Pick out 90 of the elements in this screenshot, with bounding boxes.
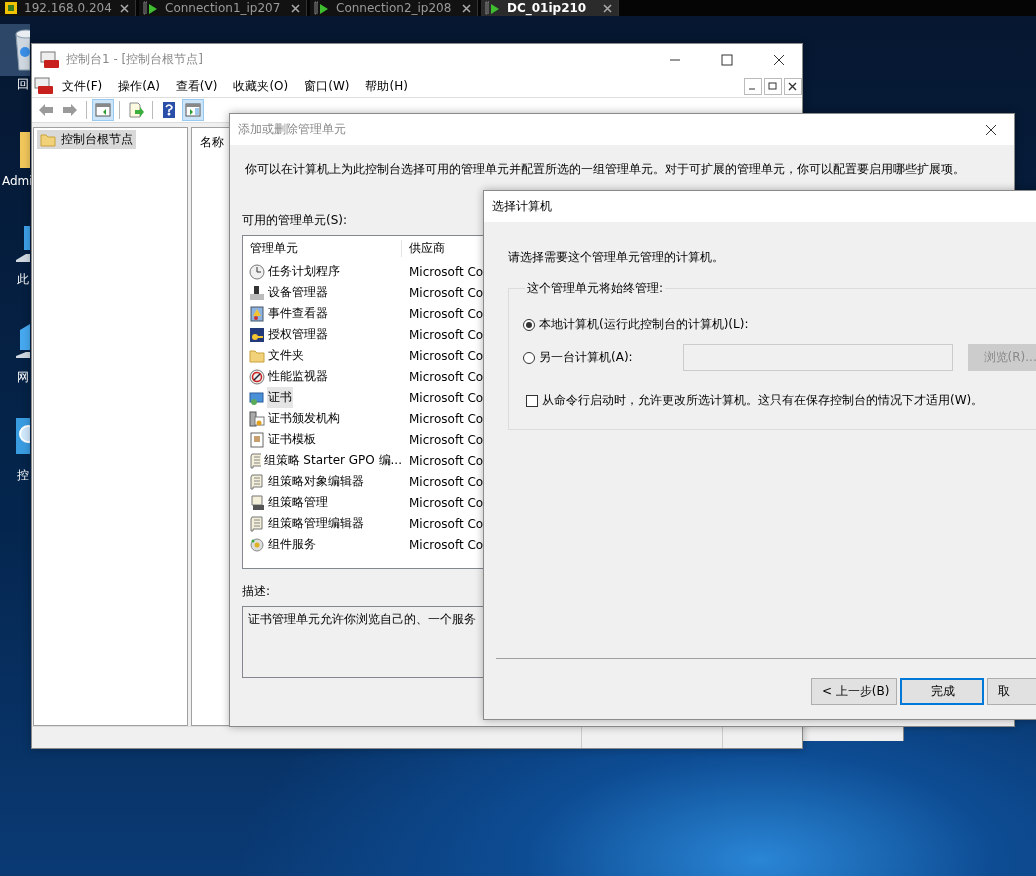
vendor-text: Microsoft Co — [408, 306, 484, 321]
minimize-icon[interactable] — [744, 77, 762, 95]
description-label: 描述: — [242, 583, 272, 600]
terminal-icon — [485, 1, 501, 15]
snapin-name[interactable]: 组策略对象编辑器 — [267, 471, 365, 492]
desktop-icon-label: 此 — [17, 271, 29, 288]
menu-item[interactable]: 收藏夹(O) — [225, 77, 297, 95]
scroll-icon — [249, 515, 265, 532]
dialog-button[interactable]: < 上一步(B) — [811, 678, 897, 705]
description-text: 证书管理单元允许你浏览自己的、一个服务 — [248, 612, 476, 626]
vendor-text: Microsoft Co — [408, 327, 484, 342]
desktop-icon-label: 回 — [17, 76, 29, 93]
scroll-icon — [249, 473, 265, 490]
snapin-name[interactable]: 授权管理器 — [267, 324, 329, 345]
radio-button[interactable] — [523, 351, 535, 364]
menu-item[interactable]: 查看(V) — [167, 77, 226, 95]
snapin-name[interactable]: 组策略 Starter GPO 编... — [262, 450, 403, 471]
group-label: 这个管理单元将始终管理: — [526, 280, 665, 297]
desktop-icon-label: 控 — [17, 467, 29, 484]
intro-text: 你可以在计算机上为此控制台选择可用的管理单元并配置所选的一组管理单元。对于可扩展的管理单元，你可以配置要启用哪些扩展项。 — [244, 161, 966, 178]
snapin-name[interactable]: 文件夹 — [267, 345, 305, 366]
scroll-icon — [249, 452, 261, 469]
vendor-text: Microsoft Co — [408, 495, 484, 510]
vendor-text: Microsoft Co — [408, 390, 484, 405]
desktop-icon-label: Admi — [2, 174, 33, 188]
template-icon — [249, 431, 265, 448]
snapin-name[interactable]: 任务计划程序 — [267, 261, 341, 282]
vendor-text: Microsoft Co — [408, 285, 484, 300]
dialog-button[interactable]: 完成 — [900, 678, 984, 705]
certificate-icon — [249, 389, 265, 406]
snapin-name[interactable]: 组件服务 — [267, 534, 317, 555]
snapin-name[interactable]: 证书 — [267, 387, 293, 408]
dialog-title: 选择计算机 — [492, 198, 553, 215]
terminal-icon — [314, 1, 330, 15]
prompt-text: 请选择需要这个管理单元管理的计算机。 — [508, 249, 725, 266]
scroll-icon — [249, 494, 265, 511]
snapin-name[interactable]: 组策略管理编辑器 — [267, 513, 365, 534]
snapin-name[interactable]: 性能监视器 — [267, 366, 329, 387]
session-tab[interactable]: DC_01ip210 — [481, 0, 619, 16]
gear-icon — [249, 536, 265, 553]
radio-label[interactable]: 本地计算机(运行此控制台的计算机)(L): — [539, 316, 749, 333]
vendor-text: Microsoft Co — [408, 348, 484, 363]
terminal-icon — [143, 1, 159, 15]
device-icon — [249, 284, 265, 301]
close-icon[interactable] — [784, 77, 802, 95]
column-header[interactable]: 名称 — [199, 135, 224, 149]
close-icon[interactable] — [291, 3, 300, 13]
checkbox-label[interactable]: 从命令行启动时，允许更改所选计算机。这只有在保存控制台的情况下才适用(W)。 — [542, 392, 984, 409]
vendor-text: Microsoft Co — [408, 516, 484, 531]
vendor-text: Microsoft Co — [408, 264, 484, 279]
snapin-name[interactable]: 设备管理器 — [267, 282, 329, 303]
radio-label[interactable]: 另一台计算机(A): — [539, 349, 633, 366]
clock-icon — [249, 263, 265, 280]
menu-item[interactable]: 操作(A) — [110, 77, 168, 95]
vendor-text: Microsoft Co — [408, 369, 484, 384]
radio-button[interactable] — [523, 318, 535, 331]
dialog-title: 添加或删除管理单元 — [238, 121, 347, 138]
menu-item[interactable]: 帮助(H) — [357, 77, 416, 95]
tree-item[interactable]: 控制台根节点 — [37, 130, 136, 149]
checkbox[interactable] — [526, 394, 538, 407]
gauge-icon — [249, 368, 265, 385]
list-label: 可用的管理单元(S): — [242, 212, 349, 229]
snapin-name[interactable]: 事件查看器 — [267, 303, 329, 324]
menu-item[interactable]: 窗口(W) — [296, 77, 358, 95]
desktop-icon-label: 网 — [17, 369, 29, 386]
close-icon[interactable] — [603, 3, 612, 13]
snapin-name[interactable]: 证书颁发机构 — [267, 408, 341, 429]
dialog-button[interactable]: 取 — [987, 678, 1036, 705]
snapin-name[interactable]: 组策略管理 — [267, 492, 329, 513]
vendor-text: Microsoft Co — [408, 453, 484, 468]
snapin-name[interactable]: 证书模板 — [267, 429, 317, 450]
vendor-text: Microsoft Co — [408, 411, 484, 426]
menu-item[interactable]: 文件(F) — [54, 77, 111, 95]
column-header[interactable]: 管理单元 — [243, 240, 402, 257]
console-icon — [34, 77, 54, 95]
console-icon — [40, 50, 60, 69]
recycle-bin-icon[interactable] — [0, 24, 30, 76]
key-icon — [249, 326, 265, 343]
close-icon[interactable] — [120, 3, 129, 13]
close-icon[interactable] — [462, 3, 471, 13]
window-title: 控制台1 - [控制台根节点] — [66, 51, 204, 68]
session-tab[interactable]: 192.168.0.204 — [0, 0, 136, 16]
app-icon — [4, 1, 18, 15]
vendor-text: Microsoft Co — [408, 537, 484, 552]
session-tab[interactable]: Connection2_ip208 — [310, 0, 478, 16]
certificate-server-icon — [249, 410, 265, 427]
session-tab[interactable]: Connection1_ip207 — [139, 0, 307, 16]
event-log-icon — [249, 305, 265, 322]
vendor-text: Microsoft Co — [408, 432, 484, 447]
vendor-text: Microsoft Co — [408, 474, 484, 489]
